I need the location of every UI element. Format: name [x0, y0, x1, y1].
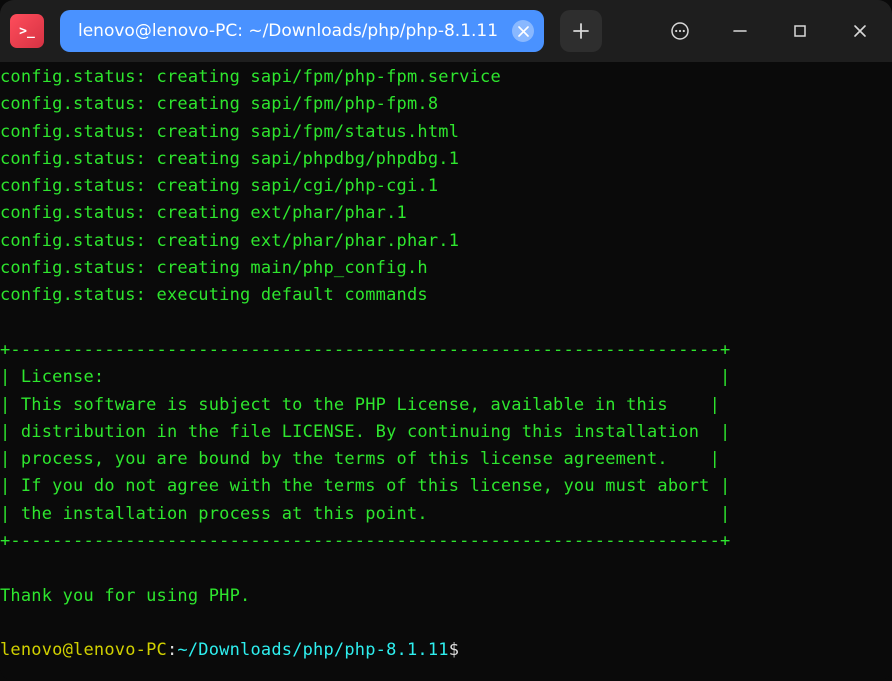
app-icon[interactable]: [10, 14, 44, 48]
close-button[interactable]: [838, 10, 882, 52]
terminal-line: config.status: creating ext/phar/phar.1: [0, 200, 892, 227]
prompt-sigil: $: [449, 640, 470, 660]
close-icon[interactable]: [512, 20, 534, 42]
terminal-line: [0, 610, 892, 637]
terminal-line: config.status: creating sapi/fpm/php-fpm…: [0, 91, 892, 118]
terminal-line: config.status: creating sapi/phpdbg/phpd…: [0, 146, 892, 173]
terminal-line: | If you do not agree with the terms of …: [0, 473, 892, 500]
terminal-line: +---------------------------------------…: [0, 528, 892, 555]
prompt-cwd: ~/Downloads/php/php-8.1.11: [177, 640, 448, 660]
terminal-line: | distribution in the file LICENSE. By c…: [0, 419, 892, 446]
prompt-sep: :: [167, 640, 177, 660]
terminal-line: config.status: creating sapi/fpm/php-fpm…: [0, 64, 892, 91]
maximize-button[interactable]: [778, 10, 822, 52]
terminal-line: config.status: creating ext/phar/phar.ph…: [0, 228, 892, 255]
prompt-userhost: lenovo@lenovo-PC: [0, 640, 167, 660]
terminal-window: lenovo@lenovo-PC: ~/Downloads/php/php-8.…: [0, 0, 892, 681]
terminal-line: +---------------------------------------…: [0, 337, 892, 364]
tab-active[interactable]: lenovo@lenovo-PC: ~/Downloads/php/php-8.…: [60, 10, 544, 52]
terminal-line: config.status: creating sapi/cgi/php-cgi…: [0, 173, 892, 200]
prompt-line[interactable]: lenovo@lenovo-PC:~/Downloads/php/php-8.1…: [0, 637, 892, 664]
terminal-line: | This software is subject to the PHP Li…: [0, 392, 892, 419]
terminal-line: | process, you are bound by the terms of…: [0, 446, 892, 473]
new-tab-button[interactable]: [560, 10, 602, 52]
terminal-line: [0, 310, 892, 337]
terminal-line: | the installation process at this point…: [0, 501, 892, 528]
terminal-line: [0, 555, 892, 582]
tab-title: lenovo@lenovo-PC: ~/Downloads/php/php-8.…: [78, 21, 498, 41]
terminal-line: config.status: executing default command…: [0, 282, 892, 309]
titlebar: lenovo@lenovo-PC: ~/Downloads/php/php-8.…: [0, 0, 892, 62]
minimize-button[interactable]: [718, 10, 762, 52]
terminal-line: config.status: creating sapi/fpm/status.…: [0, 119, 892, 146]
terminal-line: Thank you for using PHP.: [0, 583, 892, 610]
terminal-body[interactable]: config.status: creating sapi/fpm/php-fpm…: [0, 62, 892, 681]
terminal-line: config.status: creating main/php_config.…: [0, 255, 892, 282]
menu-button[interactable]: [658, 10, 702, 52]
terminal-line: | License: |: [0, 364, 892, 391]
